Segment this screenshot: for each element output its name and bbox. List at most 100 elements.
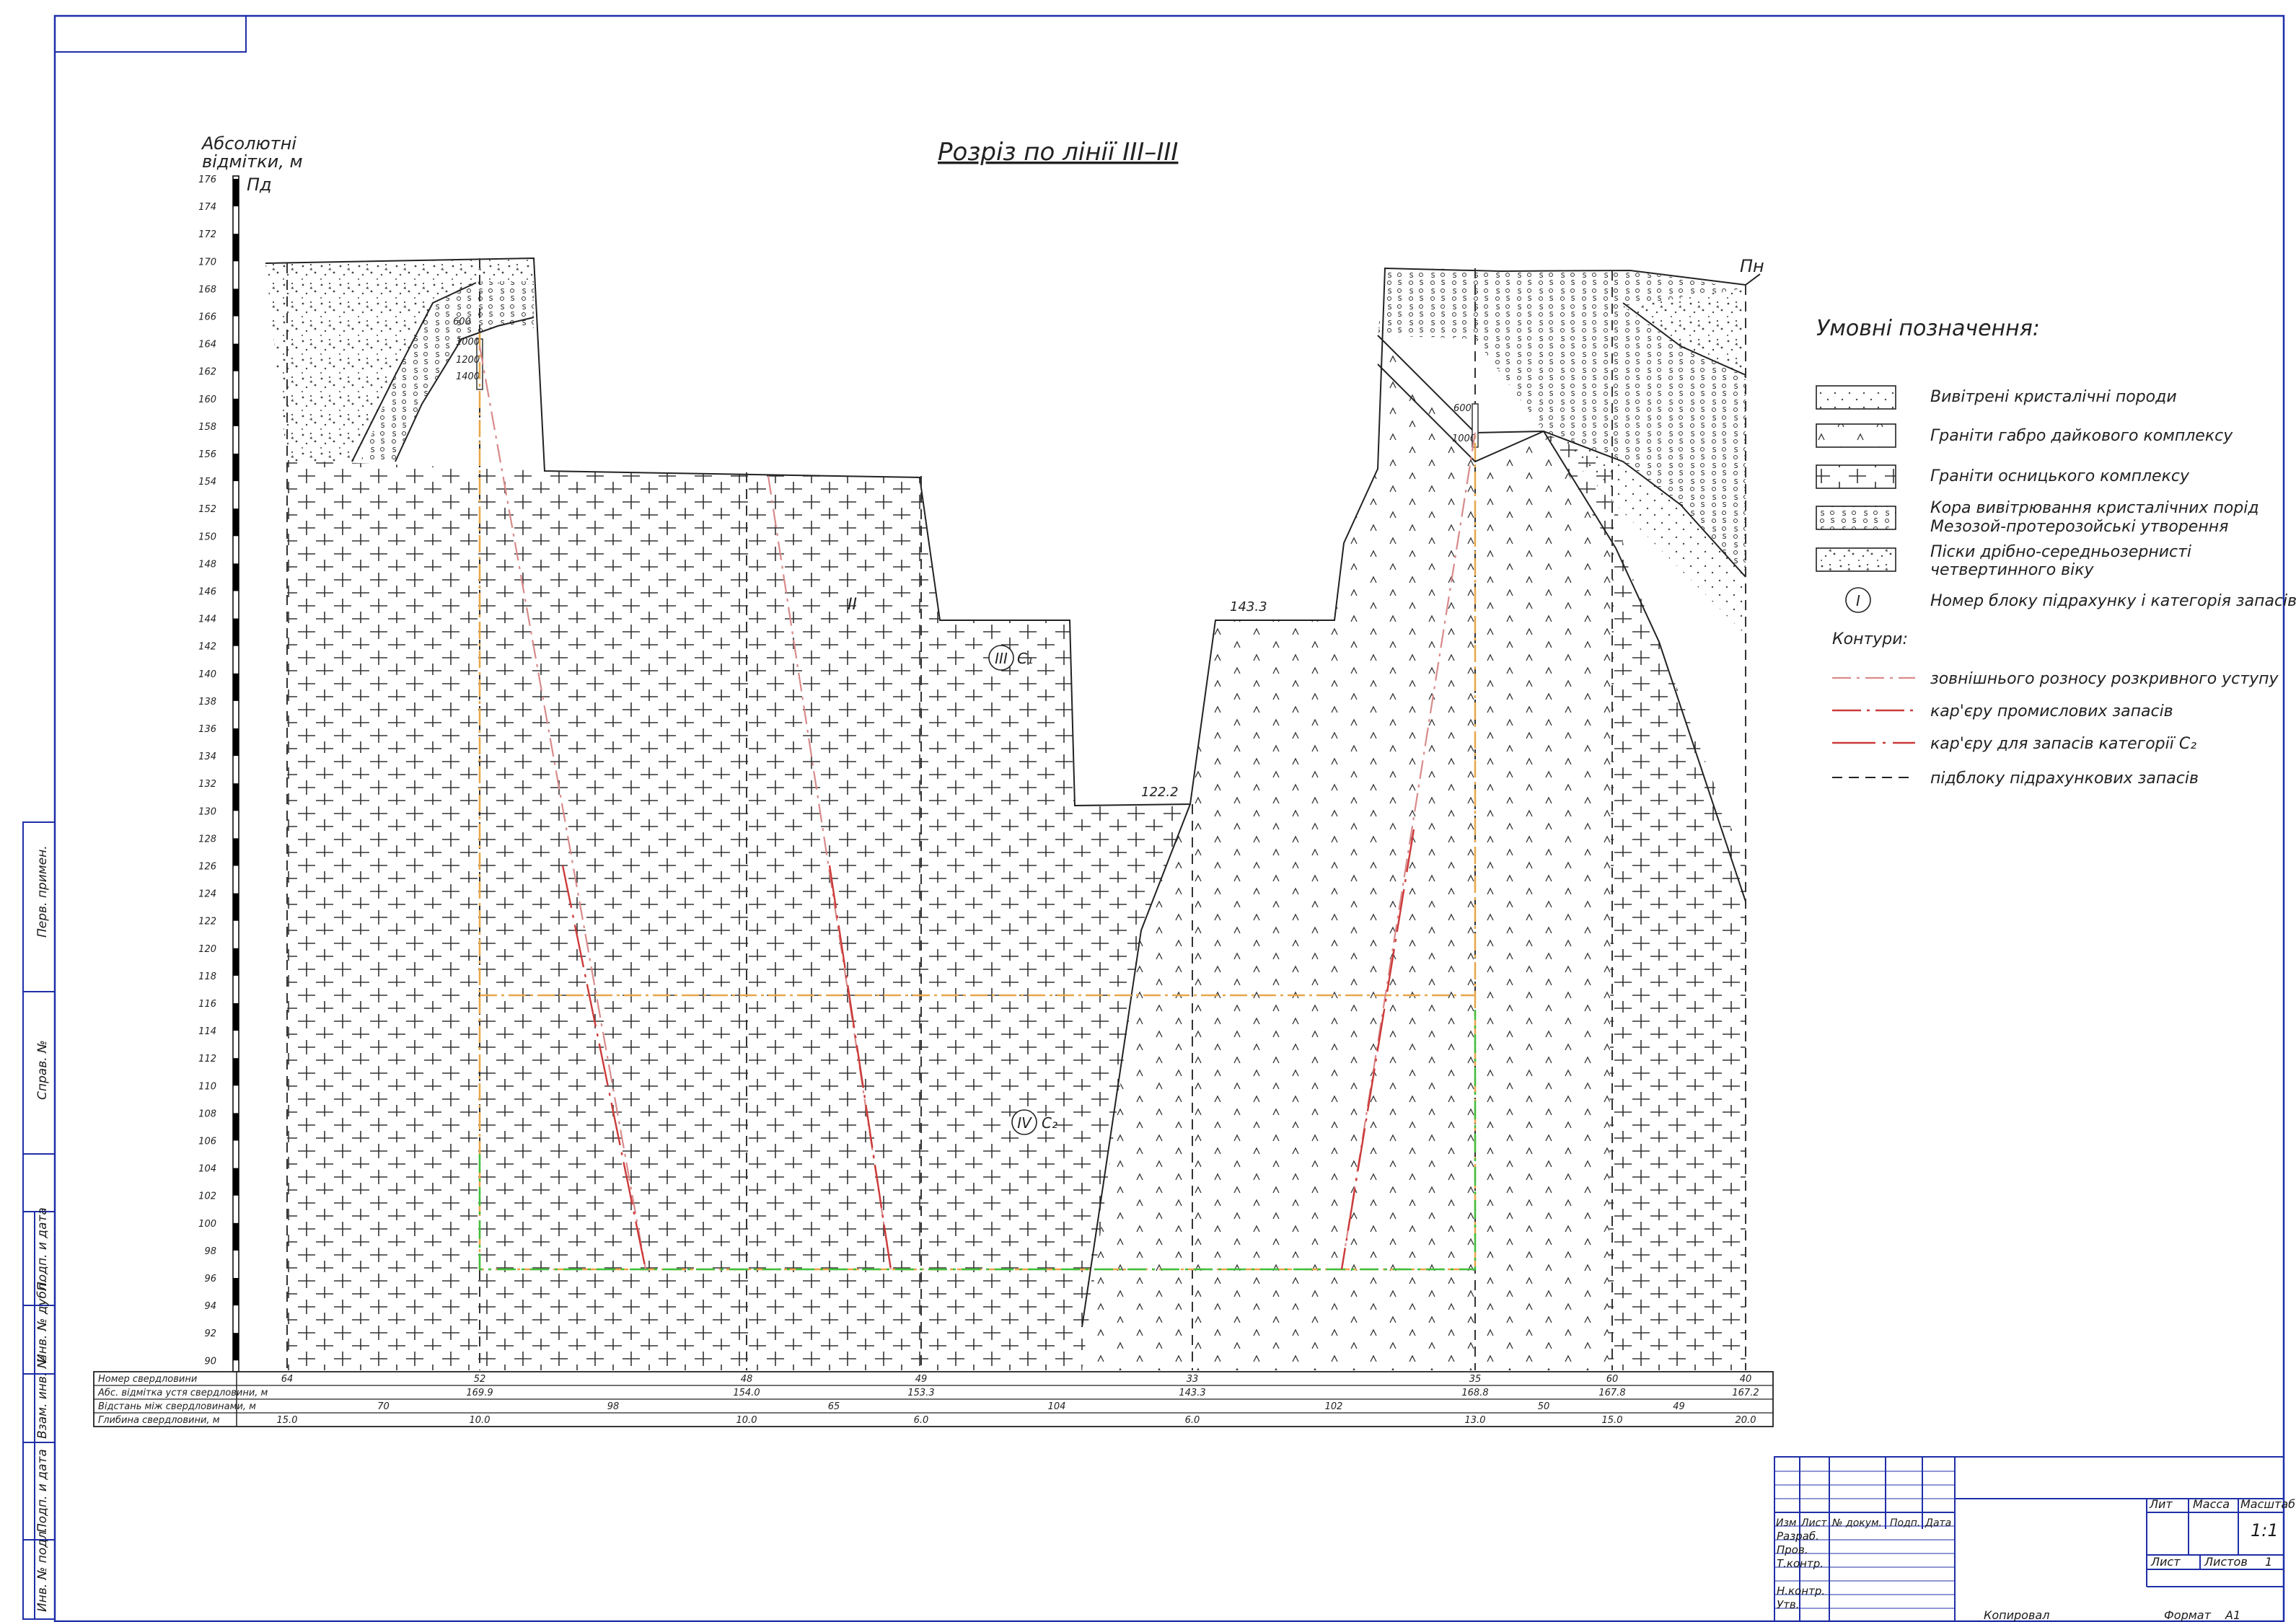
legend-contour-outer: зовнішнього розносу розкривного уступу bbox=[1930, 670, 2279, 688]
axis-scale-block bbox=[233, 673, 239, 701]
table-well-number: 40 bbox=[1740, 1374, 1752, 1385]
axis-label-line1: Абсолютні bbox=[201, 133, 296, 154]
title-block bbox=[1774, 1456, 2284, 1622]
axis-tick-label: 132 bbox=[198, 779, 216, 790]
legend-label-sands-1: Піски дрібно-середньозернисті bbox=[1930, 543, 2191, 561]
table-row-label-depth: Глибина свердловини, м bbox=[98, 1415, 220, 1426]
block-4-category: C₂ bbox=[1042, 1114, 1057, 1132]
table-well-number: 35 bbox=[1469, 1374, 1482, 1385]
axis-tick-label: 122 bbox=[198, 917, 216, 927]
legend-title: Умовні позначення: bbox=[1816, 316, 2040, 341]
stamp-kopiroval: Копировал bbox=[1984, 1608, 2049, 1622]
stamp-massa: Масса bbox=[2193, 1497, 2230, 1511]
stamp-lit: Лит bbox=[2149, 1497, 2173, 1511]
axis-label-line2: відмітки, м bbox=[202, 151, 303, 172]
table-distance: 49 bbox=[1673, 1401, 1685, 1412]
axis-tick-label: 108 bbox=[198, 1108, 216, 1119]
table-depth: 6.0 bbox=[1185, 1415, 1200, 1426]
legend-label-mesozoic: Мезозой-протерозойські утворення bbox=[1930, 518, 2228, 536]
axis-scale-block bbox=[233, 179, 239, 207]
axis-tick-label: 112 bbox=[198, 1054, 216, 1065]
table-depth: 20.0 bbox=[1736, 1415, 1756, 1426]
axis-tick-label: 106 bbox=[198, 1137, 216, 1147]
axis-scale-block bbox=[233, 948, 239, 976]
stamp-col-data: Дата bbox=[1925, 1517, 1951, 1529]
granite-osnytskyi-left bbox=[287, 460, 1190, 1370]
axis-scale-block bbox=[233, 343, 239, 371]
axis-tick-label: 102 bbox=[198, 1191, 216, 1202]
stamp-role-razrab: Разраб. bbox=[1777, 1530, 1819, 1543]
sample-depth-left-1: 600 bbox=[453, 317, 471, 327]
axis-tick-label: 126 bbox=[198, 862, 216, 873]
axis-tick-label: 142 bbox=[198, 642, 216, 653]
legend-contour-subblock: підблоку підрахункових запасів bbox=[1930, 770, 2199, 788]
axis-tick-label: 128 bbox=[198, 834, 216, 845]
stamp-masshtab: Масштаб bbox=[2240, 1497, 2295, 1511]
axis-scale-block bbox=[233, 1333, 239, 1361]
axis-tick-label: 90 bbox=[204, 1356, 216, 1367]
axis-tick-label: 170 bbox=[198, 257, 216, 268]
table-elevation: 167.2 bbox=[1732, 1388, 1759, 1398]
axis-tick-label: 136 bbox=[198, 724, 216, 735]
axis-tick-label: 176 bbox=[198, 175, 216, 185]
borehole-table: Номер свердловини Абс. відмітка устя све… bbox=[93, 1371, 1774, 1427]
stamp-role-utv: Утв. bbox=[1777, 1598, 1800, 1611]
legend-label-osnytskyi: Граніти осницького комплексу bbox=[1930, 467, 2190, 485]
legend-label-kora: Кора вивітрювання кристалічних порід bbox=[1930, 499, 2259, 517]
table-well-number: 64 bbox=[281, 1374, 294, 1385]
axis-tick-label: 158 bbox=[198, 422, 216, 433]
table-depth: 10.0 bbox=[470, 1415, 491, 1426]
axis-scale-block bbox=[233, 454, 239, 482]
table-distance: 70 bbox=[377, 1401, 390, 1412]
legend-swatch-sands bbox=[1816, 547, 1896, 572]
side-label-inv-dubl: Инв. № дубл. bbox=[35, 1279, 50, 1363]
table-well-number: 48 bbox=[741, 1374, 753, 1385]
axis-tick-label: 162 bbox=[198, 367, 216, 378]
stamp-role-nkontr: Н.контр. bbox=[1777, 1584, 1825, 1597]
table-distance: 104 bbox=[1048, 1401, 1066, 1412]
side-label-inv-podl: Инв. № подл. bbox=[35, 1528, 50, 1612]
axis-scale-block bbox=[233, 838, 239, 866]
axis-tick-label: 144 bbox=[198, 614, 216, 625]
sample-depth-left-3: 1200 bbox=[456, 355, 480, 366]
axis-tick-label: 130 bbox=[198, 806, 216, 817]
axis-scale-block bbox=[233, 618, 239, 646]
block-3-category: C₁ bbox=[1017, 650, 1033, 667]
axis-tick-label: 100 bbox=[198, 1219, 216, 1230]
axis-scale-block bbox=[233, 398, 239, 426]
table-row-label-well: Номер свердловини bbox=[98, 1374, 197, 1385]
sample-depth-right-1: 600 bbox=[1453, 403, 1472, 414]
legend-label-gabbro: Граніти габро дайкового комплексу bbox=[1930, 427, 2233, 445]
sample-depth-left-2: 1000 bbox=[456, 337, 480, 348]
axis-scale-block bbox=[233, 1003, 239, 1031]
axis-tick-label: 104 bbox=[198, 1164, 216, 1175]
stamp-list: Лист bbox=[2150, 1555, 2181, 1569]
axis-tick-label: 138 bbox=[198, 697, 216, 708]
axis-scale-block bbox=[233, 563, 239, 591]
axis-tick-label: 114 bbox=[198, 1026, 216, 1037]
stamp-listov-value: 1 bbox=[2265, 1555, 2272, 1569]
table-elevation: 153.3 bbox=[907, 1388, 934, 1398]
side-label-podp-data-1: Подп. и дата bbox=[35, 1207, 50, 1291]
section-title: Розріз по лінії ІІІ–ІІІ bbox=[938, 138, 1178, 167]
table-depth: 15.0 bbox=[277, 1415, 298, 1426]
axis-tick-label: 134 bbox=[198, 752, 216, 762]
block-3-number: III bbox=[995, 650, 1008, 667]
table-distance: 50 bbox=[1538, 1401, 1550, 1412]
geological-cross-section-drawing: s s Перв. примен. Справ. № Подп. и дата … bbox=[22, 14, 2296, 1622]
stamp-col-dokum: № докум. bbox=[1831, 1517, 1882, 1529]
axis-tick-label: 96 bbox=[204, 1274, 216, 1284]
stamp-role-tkontr: Т.контр. bbox=[1777, 1557, 1824, 1570]
stamp-role-prov: Пров. bbox=[1777, 1543, 1808, 1556]
direction-south: Пд bbox=[247, 175, 272, 195]
axis-tick-label: 120 bbox=[198, 944, 216, 955]
block-4-number: IV bbox=[1017, 1114, 1032, 1132]
axis-tick-label: 98 bbox=[204, 1246, 216, 1257]
table-well-number: 33 bbox=[1187, 1374, 1199, 1385]
table-depth: 15.0 bbox=[1602, 1415, 1623, 1426]
table-well-number: 49 bbox=[915, 1374, 928, 1385]
axis-scale-block bbox=[233, 893, 239, 921]
stamp-scale: 1:1 bbox=[2251, 1520, 2279, 1541]
table-well-number: 60 bbox=[1606, 1374, 1619, 1385]
table-depth: 10.0 bbox=[736, 1415, 757, 1426]
